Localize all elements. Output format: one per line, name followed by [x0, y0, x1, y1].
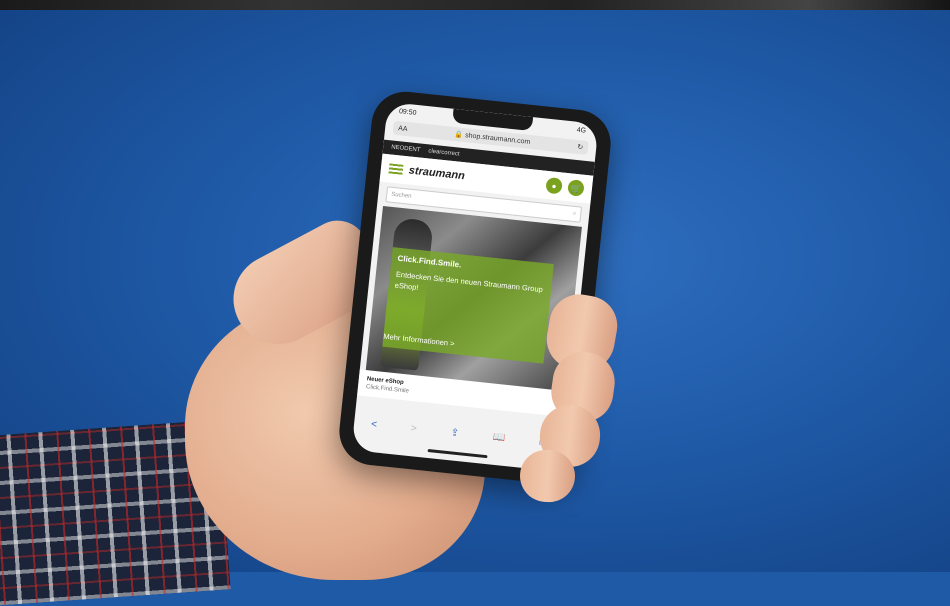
browser-toolbar: < > ⇪ 📖 ❐	[353, 412, 566, 454]
url-text: 🔒 shop.straumann.com	[454, 131, 531, 146]
user-icon[interactable]: ●	[545, 176, 563, 195]
url-value: shop.straumann.com	[464, 132, 531, 146]
back-icon[interactable]: <	[371, 418, 378, 430]
text-size-button[interactable]: AA	[398, 125, 408, 133]
brand-clearcorrect[interactable]: clearcorrect	[428, 148, 460, 157]
reload-icon[interactable]: ↻	[577, 143, 584, 152]
home-indicator	[427, 448, 488, 459]
status-time: 09:50	[398, 107, 417, 117]
forward-icon[interactable]: >	[410, 423, 417, 435]
search-placeholder: Suchen	[390, 191, 412, 200]
straumann-logo[interactable]: straumann	[408, 164, 541, 190]
cart-icon[interactable]: 🛒	[567, 179, 585, 197]
status-signal: 4G	[576, 126, 587, 135]
bookmarks-icon[interactable]: 📖	[492, 431, 506, 443]
brand-neodent[interactable]: NEODENT	[391, 144, 421, 153]
top-edge-strip	[0, 0, 950, 10]
hero-green-box: Click.Find.Smile. Entdecken Sie den neue…	[382, 247, 554, 364]
hero-cta-link[interactable]: Mehr Informationen >	[383, 332, 455, 348]
share-icon[interactable]: ⇪	[450, 427, 459, 439]
menu-icon[interactable]	[388, 163, 404, 175]
search-icon[interactable]: ⌕	[572, 210, 577, 217]
hero-banner[interactable]: Click.Find.Smile. Entdecken Sie den neue…	[365, 205, 582, 391]
